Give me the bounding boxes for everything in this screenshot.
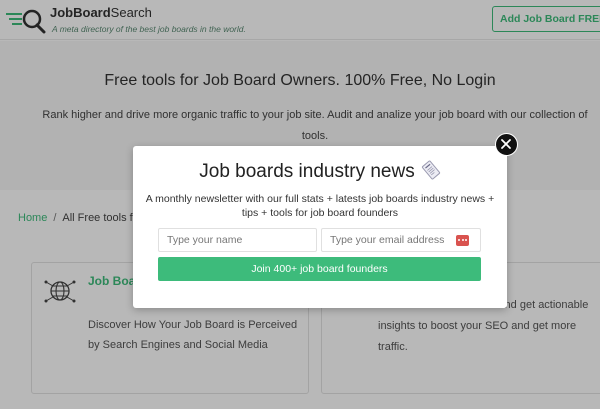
close-modal-button[interactable] [495,133,518,156]
name-input[interactable] [158,228,317,252]
join-newsletter-button[interactable]: Join 400+ job board founders [158,257,481,281]
password-dots-icon[interactable] [456,235,469,246]
newsletter-modal: Job boards industry news A monthly newsl… [133,146,507,308]
newspaper-icon [421,160,440,180]
modal-title-text: Job boards industry news [199,161,415,182]
modal-description: A monthly newsletter with our full stats… [145,193,495,219]
close-icon [501,139,511,149]
modal-title: Job boards industry news [133,160,507,183]
